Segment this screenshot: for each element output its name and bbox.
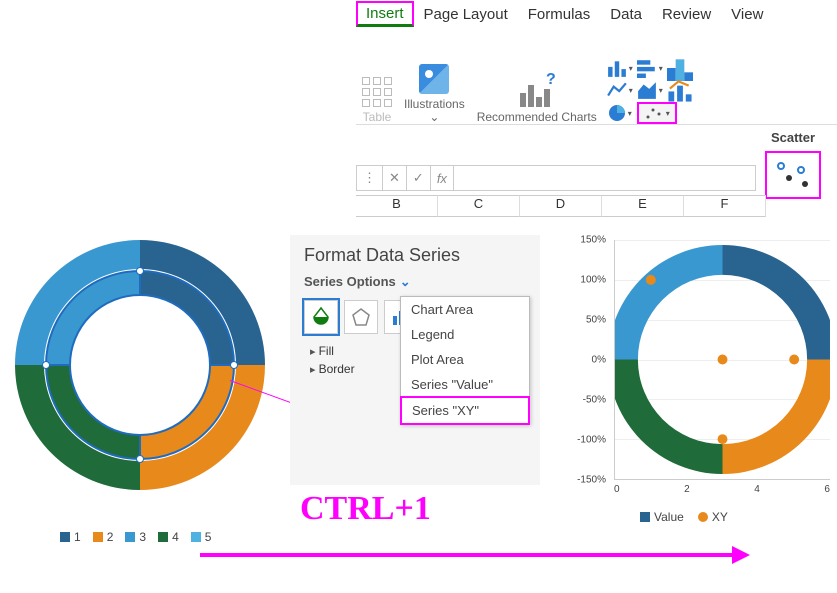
tab-formulas[interactable]: Formulas: [518, 2, 601, 27]
dropdown-plot-area[interactable]: Plot Area: [401, 347, 529, 372]
col-C[interactable]: C: [438, 195, 520, 217]
area-chart-icon[interactable]: ▾: [637, 80, 663, 100]
combo-doughnut-scatter-chart[interactable]: 150% 100% 50% 0% -50% -100% -150%: [570, 240, 830, 500]
selection-handle[interactable]: [136, 267, 144, 275]
legend-item-1[interactable]: 1: [60, 530, 81, 544]
plot-area[interactable]: [614, 240, 830, 480]
fx-icon[interactable]: fx: [431, 166, 454, 190]
legend-item-4[interactable]: 4: [158, 530, 179, 544]
column-headers: B C D E F: [356, 195, 766, 217]
chart-type-gallery: ▾ ▾ ▾ ▾ ▾ ▾: [603, 58, 693, 124]
tab-data[interactable]: Data: [600, 2, 652, 27]
ribbon-group-illustrations[interactable]: Illustrations⌄: [398, 30, 471, 124]
col-F[interactable]: F: [684, 195, 766, 217]
doughnut-chart-selected[interactable]: [10, 235, 270, 495]
hierarchy-chart-icon[interactable]: [667, 58, 693, 78]
cancel-icon[interactable]: ✕: [383, 166, 407, 190]
confirm-icon[interactable]: ✓: [407, 166, 431, 190]
column-chart-icon[interactable]: ▾: [607, 58, 633, 78]
pie-chart-icon[interactable]: ▾: [607, 103, 633, 123]
ribbon-group-recommended-charts[interactable]: ? Recommended Charts: [471, 30, 603, 124]
dropdown-chart-area[interactable]: Chart Area: [401, 297, 529, 322]
effects-icon[interactable]: [344, 300, 378, 334]
legend-value[interactable]: Value: [640, 510, 684, 524]
table-icon: [362, 77, 392, 107]
dropdown-legend[interactable]: Legend: [401, 322, 529, 347]
bar-chart-icon[interactable]: ▾: [637, 58, 663, 78]
scatter-chart-button[interactable]: ▾: [637, 102, 677, 124]
arrow-annotation: [200, 548, 750, 562]
doughnut-legend: 1 2 3 4 5: [60, 530, 211, 544]
legend-item-3[interactable]: 3: [125, 530, 146, 544]
col-D[interactable]: D: [520, 195, 602, 217]
ribbon-body: Table Illustrations⌄ ? Recommended Chart…: [356, 30, 837, 125]
recommended-charts-icon: ?: [520, 77, 554, 107]
shortcut-annotation: CTRL+1: [300, 490, 431, 528]
selection-handle[interactable]: [230, 361, 238, 369]
scatter-dropdown: Scatter: [753, 130, 833, 199]
formula-bar-handle[interactable]: ⋮: [357, 166, 383, 190]
tab-review[interactable]: Review: [652, 2, 721, 27]
col-B[interactable]: B: [356, 195, 438, 217]
col-E[interactable]: E: [602, 195, 684, 217]
dropdown-series-value[interactable]: Series "Value": [401, 372, 529, 397]
scatter-option-markers[interactable]: [765, 151, 821, 199]
combo-chart-legend: Value XY: [640, 510, 728, 524]
ribbon-tabs: Insert Page Layout Formulas Data Review …: [356, 0, 837, 28]
legend-xy[interactable]: XY: [698, 510, 728, 524]
recommended-charts-label: Recommended Charts: [477, 111, 597, 124]
selection-handle[interactable]: [42, 361, 50, 369]
formula-bar: ⋮ ✕ ✓ fx: [356, 165, 756, 191]
format-pane-title: Format Data Series: [304, 245, 526, 266]
ribbon-group-table[interactable]: Table: [356, 30, 398, 124]
combo-chart-icon[interactable]: [667, 80, 693, 100]
legend-item-2[interactable]: 2: [93, 530, 114, 544]
table-label: Table: [363, 111, 392, 124]
illustrations-label: Illustrations⌄: [404, 98, 465, 124]
tab-view[interactable]: View: [721, 2, 773, 27]
dropdown-series-xy[interactable]: Series "XY": [400, 396, 530, 425]
illustrations-icon: [419, 64, 449, 94]
series-selector-dropdown: Chart Area Legend Plot Area Series "Valu…: [400, 296, 530, 425]
fill-line-icon[interactable]: [304, 300, 338, 334]
selection-handle[interactable]: [136, 455, 144, 463]
tab-insert[interactable]: Insert: [356, 1, 414, 27]
tab-page-layout[interactable]: Page Layout: [414, 2, 518, 27]
line-chart-icon[interactable]: ▾: [607, 80, 633, 100]
legend-item-5[interactable]: 5: [191, 530, 212, 544]
series-options-header[interactable]: Series Options⌄: [304, 274, 526, 290]
scatter-dropdown-title: Scatter: [753, 130, 833, 145]
y-axis: 150% 100% 50% 0% -50% -100% -150%: [570, 240, 610, 480]
x-axis: 0 2 4 6: [614, 484, 830, 500]
